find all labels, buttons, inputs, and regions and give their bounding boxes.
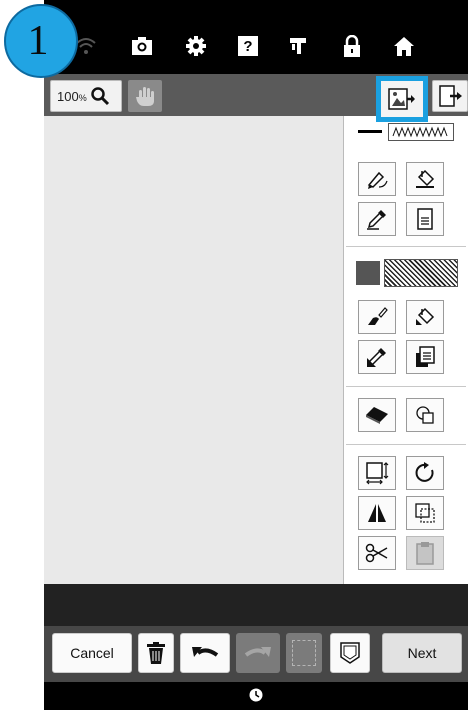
action-bar: Cancel Next xyxy=(44,626,468,682)
sewing-machine-icon[interactable] xyxy=(286,34,310,58)
next-button[interactable]: Next xyxy=(382,633,462,673)
step-number: 1 xyxy=(27,18,49,64)
undo-button[interactable] xyxy=(180,633,230,673)
line-eyedropper-button[interactable] xyxy=(358,202,396,236)
cut-button[interactable] xyxy=(358,536,396,570)
stitch-settings-icon xyxy=(417,208,433,230)
cancel-button[interactable]: Cancel xyxy=(52,633,132,673)
region-fill-button[interactable] xyxy=(406,300,444,334)
camera-icon[interactable] xyxy=(130,34,154,58)
line-fill-button[interactable] xyxy=(406,162,444,196)
magnifier-icon xyxy=(90,87,109,106)
region-brush-button[interactable] xyxy=(358,300,396,334)
app-screen: ? 100% Cancel Next xyxy=(44,0,468,710)
undo-icon xyxy=(192,647,219,657)
paste-button[interactable] xyxy=(406,536,444,570)
line-color-swatch[interactable] xyxy=(358,130,382,133)
resize-icon xyxy=(366,462,389,485)
import-image-button[interactable] xyxy=(376,76,428,122)
zigzag-stitch-icon xyxy=(392,126,448,138)
panel-divider xyxy=(346,444,466,445)
outline-shape-button[interactable] xyxy=(330,633,370,673)
region-eyedropper-icon xyxy=(367,348,386,367)
top-bar: ? xyxy=(44,0,468,74)
region-stitch-icon xyxy=(416,346,435,367)
help-icon[interactable]: ? xyxy=(236,34,260,58)
eraser-icon xyxy=(366,407,388,424)
select-area-button[interactable] xyxy=(286,633,322,673)
selection-icon xyxy=(292,640,316,666)
fill-pattern-selector[interactable] xyxy=(384,259,458,287)
panel-divider xyxy=(346,386,466,387)
eraser-button[interactable] xyxy=(358,398,396,432)
panel-divider xyxy=(346,246,466,247)
help-glyph: ? xyxy=(238,36,258,56)
status-strip xyxy=(44,584,468,630)
region-eyedropper-button[interactable] xyxy=(358,340,396,374)
paint-bucket-icon xyxy=(416,169,435,188)
line-stitch-selector[interactable] xyxy=(388,123,454,141)
home-icon[interactable] xyxy=(392,34,416,58)
lock-icon[interactable] xyxy=(340,34,364,58)
clipboard-icon xyxy=(416,542,434,565)
hand-icon xyxy=(136,87,154,106)
zoom-value: 100% xyxy=(57,88,87,104)
export-image-icon xyxy=(439,85,462,107)
duplicate-icon xyxy=(415,503,435,523)
eyedropper-icon xyxy=(367,210,386,230)
shapes-icon xyxy=(416,406,434,424)
redo-icon xyxy=(244,647,271,657)
bottom-bar xyxy=(44,682,468,710)
zoom-button[interactable]: 100% xyxy=(50,80,122,112)
delete-button[interactable] xyxy=(138,633,174,673)
flip-icon xyxy=(368,502,386,524)
shape-button[interactable] xyxy=(406,398,444,432)
canvas-toolbar: 100% xyxy=(44,74,468,122)
line-stitch-settings-button[interactable] xyxy=(406,202,444,236)
scissors-icon xyxy=(365,543,388,563)
drawing-canvas[interactable] xyxy=(44,116,344,584)
rotate-button[interactable] xyxy=(406,456,444,490)
pan-hand-button[interactable] xyxy=(128,80,162,112)
import-image-icon xyxy=(388,88,415,110)
trash-icon xyxy=(147,642,165,664)
fill-color-swatch[interactable] xyxy=(356,261,380,285)
resize-button[interactable] xyxy=(358,456,396,490)
region-bucket-icon xyxy=(416,307,435,325)
step-number-badge: 1 xyxy=(4,4,78,78)
rotate-icon xyxy=(415,462,434,482)
line-pen-button[interactable] xyxy=(358,162,396,196)
gear-icon[interactable] xyxy=(184,34,208,58)
pen-icon xyxy=(367,171,388,189)
duplicate-button[interactable] xyxy=(406,496,444,530)
brush-icon xyxy=(368,307,388,325)
region-stitch-settings-button[interactable] xyxy=(406,340,444,374)
export-image-button[interactable] xyxy=(432,80,468,112)
redo-button[interactable] xyxy=(236,633,280,673)
clock-icon[interactable] xyxy=(249,688,263,702)
tool-panel xyxy=(344,116,468,584)
outline-shape-icon xyxy=(340,642,360,664)
flip-button[interactable] xyxy=(358,496,396,530)
